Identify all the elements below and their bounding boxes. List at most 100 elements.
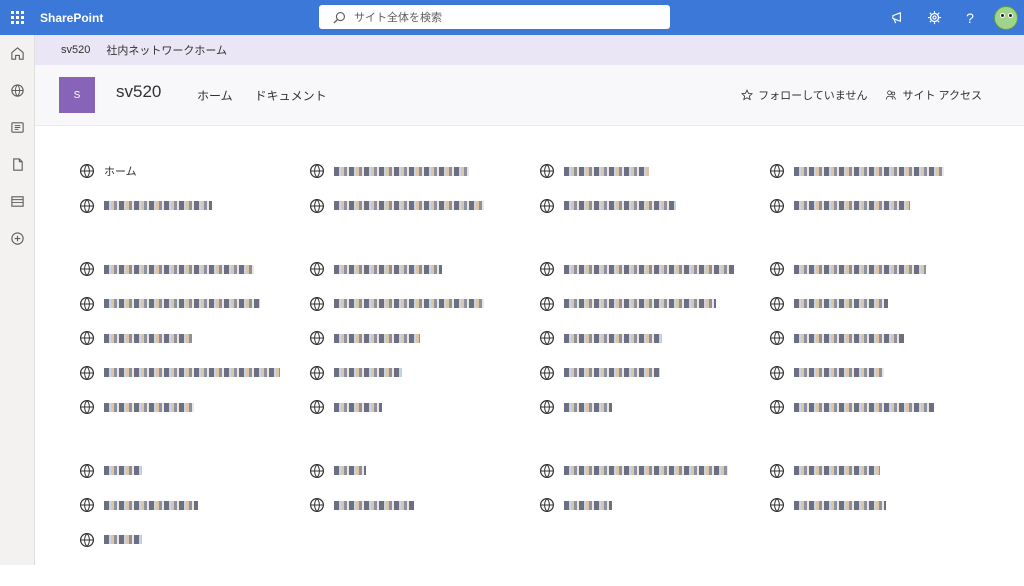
blurred-link[interactable] — [309, 287, 539, 322]
create-plus-icon[interactable] — [0, 220, 35, 257]
blurred-link[interactable] — [539, 356, 769, 391]
blurred-link-label — [794, 402, 934, 412]
blurred-link-label — [794, 368, 884, 378]
blurred-link[interactable] — [79, 252, 309, 287]
blurred-link-label — [334, 333, 420, 343]
globe-icon — [769, 365, 785, 380]
hub-site-link[interactable]: sv520 — [61, 44, 90, 56]
blurred-link[interactable] — [769, 189, 999, 224]
blurred-link[interactable] — [309, 189, 539, 224]
globe-icon — [309, 400, 325, 415]
globe-icon — [309, 498, 325, 513]
blurred-link[interactable] — [79, 189, 309, 224]
globe-icon — [769, 331, 785, 346]
blurred-link[interactable] — [769, 252, 999, 287]
site-logo[interactable]: S — [59, 77, 95, 113]
site-access-button[interactable]: サイト アクセス — [885, 87, 982, 103]
blurred-link[interactable] — [309, 252, 539, 287]
hub-navigation-bar: sv520 社内ネットワークホーム — [35, 35, 1024, 65]
nav-home[interactable]: ホーム — [197, 87, 233, 104]
blurred-link[interactable] — [539, 488, 769, 523]
blurred-link[interactable] — [309, 356, 539, 391]
blurred-link[interactable] — [79, 390, 309, 425]
blurred-link[interactable] — [769, 321, 999, 356]
blurred-link-label — [104, 333, 192, 343]
blurred-link[interactable] — [769, 154, 999, 189]
blurred-link-label — [334, 500, 414, 510]
globe-icon — [79, 331, 95, 346]
blurred-link-label — [104, 201, 212, 211]
blurred-link-label — [104, 402, 194, 412]
blurred-link[interactable] — [79, 356, 309, 391]
blurred-link[interactable] — [539, 390, 769, 425]
globe-icon — [539, 400, 555, 415]
blurred-link-label — [564, 500, 612, 510]
people-icon — [886, 90, 897, 100]
blurred-link[interactable] — [769, 488, 999, 523]
blurred-link[interactable] — [769, 287, 999, 322]
settings-gear-icon[interactable] — [916, 0, 952, 35]
follow-label: フォローしていません — [758, 90, 868, 102]
blurred-link[interactable] — [539, 321, 769, 356]
blurred-link[interactable] — [539, 454, 769, 489]
globe-icon — [539, 365, 555, 380]
blurred-link-label — [564, 402, 612, 412]
blurred-link[interactable] — [79, 523, 309, 558]
left-app-rail — [0, 35, 35, 565]
link-home[interactable]: ホーム — [79, 154, 309, 189]
site-title[interactable]: sv520 — [116, 82, 161, 102]
blurred-link[interactable] — [769, 356, 999, 391]
blurred-link-label — [564, 264, 734, 274]
announcement-icon[interactable] — [880, 0, 916, 35]
hub-home-link[interactable]: 社内ネットワークホーム — [106, 42, 227, 58]
blurred-link-label — [564, 333, 662, 343]
blurred-link[interactable] — [539, 252, 769, 287]
globe-icon — [769, 400, 785, 415]
blurred-link[interactable] — [79, 454, 309, 489]
blurred-link[interactable] — [309, 454, 539, 489]
blurred-link-label — [794, 333, 904, 343]
blurred-link[interactable] — [79, 287, 309, 322]
blurred-link[interactable] — [769, 390, 999, 425]
search-placeholder: サイト全体を検索 — [354, 12, 442, 24]
blurred-link[interactable] — [539, 189, 769, 224]
globe-icon — [309, 198, 325, 213]
blurred-link[interactable] — [79, 488, 309, 523]
globe-icon — [539, 262, 555, 277]
blurred-link[interactable] — [309, 154, 539, 189]
home-icon[interactable] — [0, 35, 35, 72]
globe-icon — [539, 463, 555, 478]
blurred-link-label — [564, 201, 676, 211]
document-icon[interactable] — [0, 146, 35, 183]
globe-icon — [769, 498, 785, 513]
site-search-input[interactable]: サイト全体を検索 — [319, 5, 670, 29]
blurred-link[interactable] — [309, 390, 539, 425]
globe-icon — [769, 463, 785, 478]
blurred-link[interactable] — [539, 154, 769, 189]
globe-icon — [79, 365, 95, 380]
blurred-link-label — [104, 466, 142, 476]
blurred-link-label — [104, 264, 254, 274]
blurred-link-label — [334, 201, 484, 211]
app-launcher-icon[interactable] — [0, 0, 35, 35]
blurred-link-label — [104, 500, 198, 510]
lists-icon[interactable] — [0, 183, 35, 220]
globe-icon — [309, 296, 325, 311]
user-avatar[interactable] — [994, 5, 1018, 30]
link-group — [79, 454, 999, 558]
news-icon[interactable] — [0, 109, 35, 146]
blurred-link[interactable] — [539, 287, 769, 322]
blurred-link[interactable] — [309, 321, 539, 356]
blurred-link[interactable] — [79, 321, 309, 356]
sharepoint-brand[interactable]: SharePoint — [40, 11, 103, 25]
blurred-link[interactable] — [309, 488, 539, 523]
blurred-link[interactable] — [769, 454, 999, 489]
nav-documents[interactable]: ドキュメント — [255, 87, 327, 104]
site-access-label: サイト アクセス — [902, 90, 982, 102]
globe-icon — [79, 164, 95, 179]
follow-button[interactable]: フォローしていません — [741, 87, 867, 103]
globe-icon — [79, 198, 95, 213]
star-icon — [741, 89, 754, 101]
help-icon[interactable]: ? — [952, 0, 988, 35]
globe-icon[interactable] — [0, 72, 35, 109]
